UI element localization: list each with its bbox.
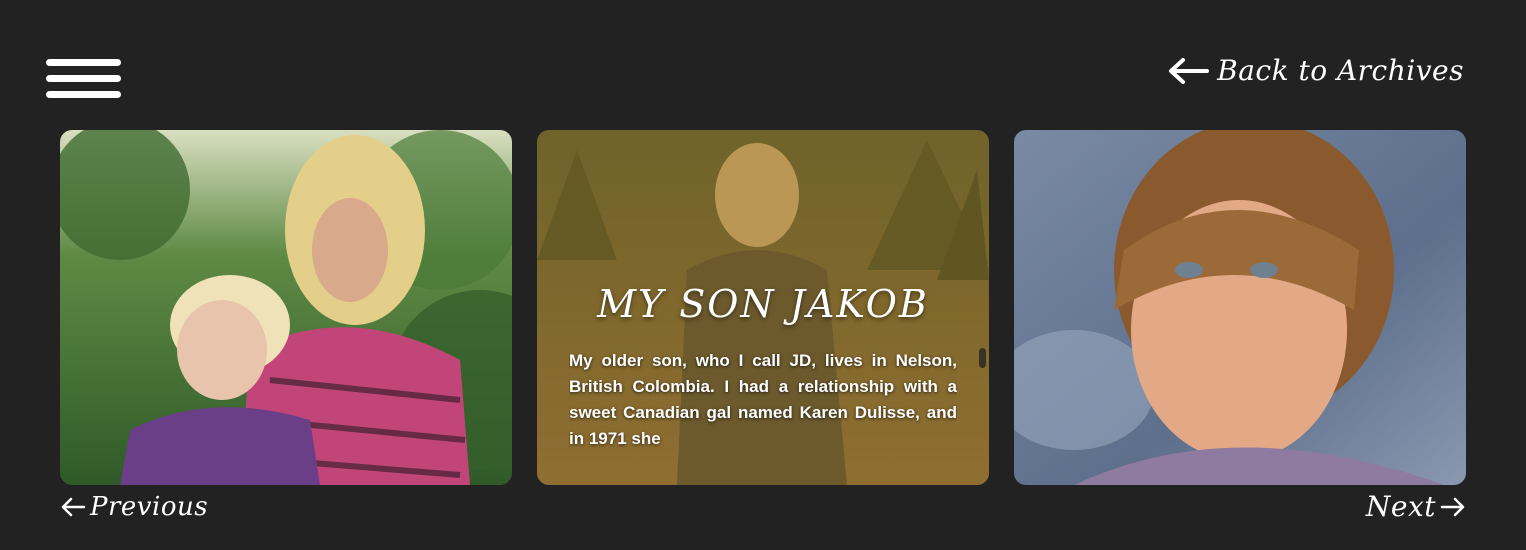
menu-bar <box>46 91 121 98</box>
next-label: Next <box>1365 490 1436 523</box>
hamburger-menu-icon[interactable] <box>46 58 122 100</box>
menu-bar <box>46 75 121 82</box>
back-to-archives-link[interactable]: Back to Archives <box>1167 54 1464 87</box>
photo-card-previous[interactable] <box>60 130 512 485</box>
previous-link[interactable]: Previous <box>60 492 208 522</box>
story-scrollbar[interactable] <box>979 348 986 368</box>
arrow-right-icon <box>1440 497 1465 516</box>
story-card: MY SON JAKOB My older son, who I call JD… <box>537 130 989 485</box>
story-title: MY SON JAKOB <box>597 282 929 326</box>
next-link[interactable]: Next <box>1366 490 1466 523</box>
photo-card-next[interactable] <box>1014 130 1466 485</box>
arrow-left-icon <box>61 497 86 517</box>
arrow-left-icon <box>1169 57 1210 84</box>
portrait-photo <box>1014 130 1466 485</box>
previous-label: Previous <box>90 492 209 522</box>
story-text[interactable]: My older son, who I call JD, lives in Ne… <box>569 348 957 452</box>
back-to-archives-label: Back to Archives <box>1217 54 1464 87</box>
family-photo <box>60 130 512 485</box>
menu-bar <box>46 59 121 66</box>
